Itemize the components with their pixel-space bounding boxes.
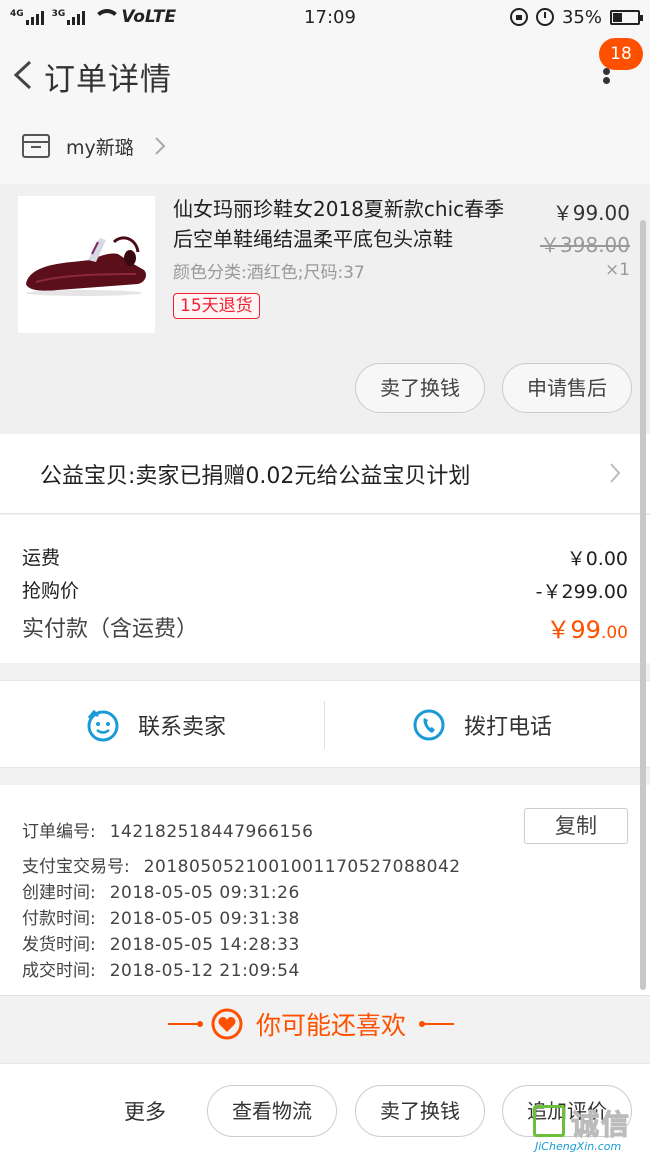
alipay-trade-row: 支付宝交易号: 2018050521001001170527088042	[22, 852, 461, 877]
product-card[interactable]: 仙女玛丽珍鞋女2018夏新款chic春季后空单鞋绳结温柔平底包头凉鞋 颜色分类:…	[0, 184, 650, 434]
shop-row[interactable]: my新璐	[0, 120, 650, 184]
chevron-right-icon	[155, 137, 166, 155]
chevron-right-icon	[610, 463, 621, 483]
created-time-key: 创建时间:	[22, 883, 96, 903]
created-time-value: 2018-05-05 09:31:26	[109, 883, 300, 903]
completed-time-row: 成交时间: 2018-05-12 21:09:54	[22, 956, 300, 981]
heart-icon	[211, 1008, 243, 1040]
shoe-image	[18, 196, 155, 333]
call-phone-button[interactable]: 拨打电话	[412, 681, 552, 769]
order-number-value: 142182518447966156	[109, 822, 314, 842]
sell-for-cash-button[interactable]: 卖了换钱	[355, 363, 485, 413]
battery-icon	[610, 9, 643, 25]
view-logistics-button[interactable]: 查看物流	[207, 1085, 337, 1137]
created-time-row: 创建时间: 2018-05-05 09:31:26	[22, 878, 300, 903]
charity-row[interactable]: 公益宝贝:卖家已捐赠0.02元给公益宝贝计划	[0, 434, 650, 514]
contact-bar: 联系卖家 拨打电话	[0, 680, 650, 768]
alipay-trade-key: 支付宝交易号:	[22, 857, 130, 877]
status-bar: 4G 3G VoLTE 17:09 35%	[0, 0, 650, 34]
contact-seller-button[interactable]: 联系卖家	[86, 681, 226, 769]
wifi-icon	[93, 9, 122, 25]
shop-name: my新璐	[66, 137, 134, 159]
left-dash-icon	[168, 1021, 203, 1027]
completed-time-key: 成交时间:	[22, 961, 96, 981]
discount-value: -￥299.00	[535, 581, 628, 603]
recommend-title: 你可能还喜欢	[256, 1011, 407, 1040]
total-value-decimal: .00	[600, 623, 628, 643]
product-sku: 颜色分类:酒红色;尺码:37	[173, 263, 365, 283]
total-value-main: ￥99	[546, 616, 601, 644]
product-image[interactable]	[18, 196, 155, 333]
refund-tag: 15天退货	[173, 293, 260, 319]
after-sale-button[interactable]: 申请售后	[502, 363, 632, 413]
original-price: ￥398.00	[540, 233, 630, 257]
watermark-text: 诚信	[570, 1108, 632, 1142]
total-label: 实付款（含运费）	[22, 617, 199, 642]
fee-summary: 运费 ￥0.00 抢购价 -￥299.00 实付款（含运费） ￥99.00	[0, 515, 650, 663]
watermark-logo: 诚信 JiChengXin.com	[533, 1103, 650, 1155]
nav-bar: 订单详情 18	[0, 34, 650, 120]
paid-time-row: 付款时间: 2018-05-05 09:31:38	[22, 904, 300, 929]
clock: 17:09	[304, 6, 356, 28]
recommend-header: 你可能还喜欢	[0, 995, 650, 1057]
shipped-time-value: 2018-05-05 14:28:33	[109, 935, 300, 955]
watermark-mark-icon	[533, 1105, 565, 1137]
paid-time-key: 付款时间:	[22, 909, 96, 929]
page-title: 订单详情	[44, 62, 172, 98]
phone-icon	[413, 709, 445, 741]
right-dash-icon	[419, 1021, 455, 1027]
call-phone-label: 拨打电话	[464, 715, 553, 740]
order-number-row: 订单编号: 142182518447966156	[22, 817, 313, 842]
chat-face-icon	[87, 709, 119, 742]
product-price: ￥99.00	[552, 201, 630, 225]
divider	[324, 701, 325, 749]
more-button[interactable]: 更多	[124, 1096, 166, 1126]
shipping-value: ￥0.00	[566, 548, 628, 570]
signal-icon: 3G	[52, 9, 86, 25]
shipped-time-key: 发货时间:	[22, 935, 96, 955]
contact-seller-label: 联系卖家	[138, 715, 227, 740]
paid-time-value: 2018-05-05 09:31:38	[109, 909, 300, 929]
total-value: ￥99.00	[546, 610, 628, 645]
alipay-trade-value: 2018050521001001170527088042	[143, 857, 461, 877]
charity-text: 公益宝贝:卖家已捐赠0.02元给公益宝贝计划	[40, 464, 471, 489]
shipped-time-row: 发货时间: 2018-05-05 14:28:33	[22, 930, 300, 955]
shipping-label: 运费	[22, 547, 61, 569]
store-icon	[22, 134, 50, 158]
completed-time-value: 2018-05-12 21:09:54	[109, 961, 300, 981]
back-icon[interactable]	[12, 60, 34, 90]
sim2-label: 3G	[51, 9, 66, 19]
alarm-icon	[535, 8, 554, 26]
product-title[interactable]: 仙女玛丽珍鞋女2018夏新款chic春季后空单鞋绳结温柔平底包头凉鞋	[173, 194, 523, 254]
message-badge[interactable]: 18	[599, 38, 643, 70]
scrollbar[interactable]	[640, 220, 646, 990]
copy-button[interactable]: 复制	[524, 808, 628, 844]
sim1-label: 4G	[10, 9, 24, 19]
discount-label: 抢购价	[22, 580, 80, 602]
watermark-url: JiChengXin.com	[535, 1140, 622, 1153]
order-info: 订单编号: 142182518447966156 复制 支付宝交易号: 201805…	[0, 785, 650, 995]
product-quantity: ×1	[604, 260, 630, 280]
signal-icon: 4G	[10, 9, 44, 25]
battery-percent: 35%	[561, 6, 602, 28]
order-number-key: 订单编号:	[22, 822, 96, 842]
sell-for-cash-button-bottom[interactable]: 卖了换钱	[355, 1085, 485, 1137]
rotation-lock-icon	[509, 8, 528, 26]
